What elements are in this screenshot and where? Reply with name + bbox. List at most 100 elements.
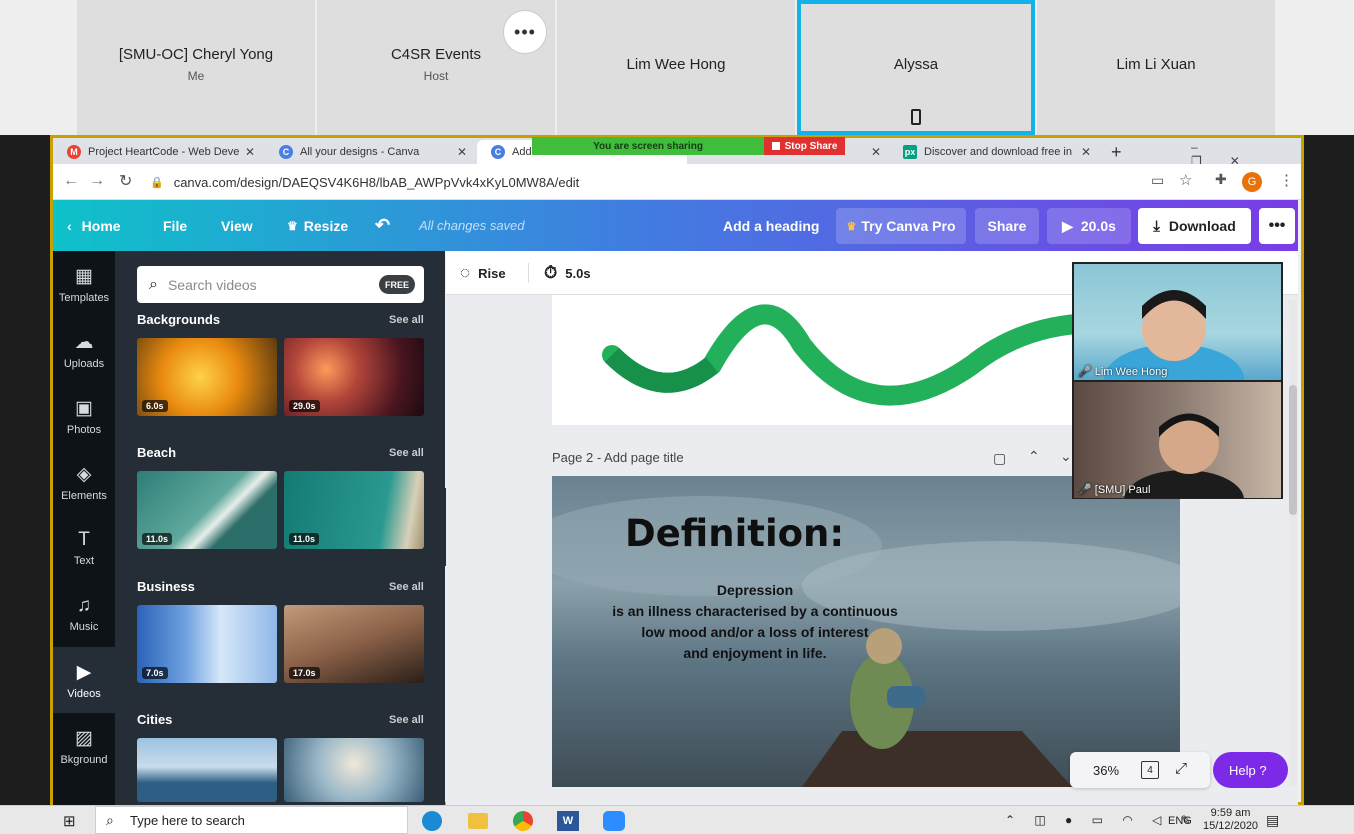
file-menu[interactable]: File bbox=[163, 200, 187, 251]
clipboard-icon[interactable]: ▭ bbox=[1151, 172, 1164, 189]
sidebar-item-photos[interactable]: ▣ Photos bbox=[53, 383, 115, 449]
vertical-scrollbar[interactable] bbox=[1289, 300, 1297, 785]
slide-body-line[interactable]: Depression bbox=[560, 582, 950, 598]
chrome-icon[interactable] bbox=[513, 811, 533, 831]
search-icon: ⌕ bbox=[106, 811, 114, 828]
screen-sharing-banner[interactable]: You are screen sharing bbox=[532, 137, 764, 155]
participant-role: Host bbox=[423, 69, 449, 83]
animation-button[interactable]: ◌ Rise bbox=[460, 251, 506, 295]
timing-button[interactable]: ⏱ 5.0s bbox=[544, 251, 591, 295]
new-tab-button[interactable]: + bbox=[1105, 140, 1135, 164]
animation-label: Rise bbox=[478, 265, 506, 281]
slide-heading[interactable]: Definition: bbox=[625, 512, 844, 555]
sidebar-item-music[interactable]: ♫ Music bbox=[53, 581, 115, 647]
participant-name: Lim Wee Hong bbox=[626, 56, 726, 73]
chevron-down-icon[interactable]: ⌄ bbox=[1060, 448, 1072, 465]
word-icon[interactable]: W bbox=[557, 811, 579, 831]
slide-body-line[interactable]: and enjoyment in life. bbox=[560, 645, 950, 661]
page-count-button[interactable]: 4 bbox=[1141, 761, 1159, 779]
sidebar-item-uploads[interactable]: ☁ Uploads bbox=[53, 317, 115, 383]
url-field[interactable]: 🔒 canva.com/design/DAEQSV4K6H8/lbAB_AWPp… bbox=[150, 170, 1050, 194]
video-thumbnail[interactable] bbox=[137, 738, 277, 802]
video-thumbnail[interactable]: 11.0s bbox=[284, 471, 424, 549]
menu-icon[interactable]: ⋮ bbox=[1279, 171, 1294, 189]
back-icon[interactable]: ← bbox=[63, 172, 79, 190]
sidebar-item-background[interactable]: ▨ Bkground bbox=[53, 713, 115, 779]
duration-badge: 11.0s bbox=[142, 533, 173, 545]
video-name-label: 🎤 [SMU] Paul bbox=[1078, 483, 1150, 496]
resize-button[interactable]: ♛ Resize bbox=[287, 200, 348, 251]
view-menu[interactable]: View bbox=[221, 200, 253, 251]
edge-icon[interactable] bbox=[422, 811, 442, 831]
star-icon[interactable]: ☆ bbox=[1179, 171, 1192, 189]
design-title[interactable]: Add a heading bbox=[723, 200, 819, 251]
slide-body-line[interactable]: is an illness characterised by a continu… bbox=[560, 603, 950, 619]
more-options-button[interactable]: ••• bbox=[503, 10, 547, 54]
home-button[interactable]: ‹ Home bbox=[67, 200, 121, 251]
clock-time: 9:59 am bbox=[1210, 807, 1251, 819]
forward-icon[interactable]: → bbox=[89, 172, 105, 190]
music-icon: ♫ bbox=[76, 595, 92, 616]
see-all-link[interactable]: See all bbox=[389, 714, 424, 726]
try-canva-pro-button[interactable]: ♛ Try Canva Pro bbox=[836, 208, 966, 244]
tab-title: All your designs - Canva bbox=[300, 146, 420, 158]
participant-video bbox=[1124, 413, 1244, 498]
zoom-app-icon[interactable] bbox=[603, 811, 625, 831]
sidebar-item-videos[interactable]: ▶ Videos bbox=[53, 647, 115, 713]
browser-tab[interactable]: C All your designs - Canva ✕ bbox=[265, 140, 475, 164]
free-badge[interactable]: FREE bbox=[379, 275, 415, 294]
help-button[interactable]: Help ? bbox=[1213, 752, 1288, 788]
share-button[interactable]: Share bbox=[975, 208, 1039, 244]
video-thumbnail[interactable]: 29.0s bbox=[284, 338, 424, 416]
extensions-icon[interactable]: ✚ bbox=[1215, 171, 1227, 188]
undo-icon[interactable]: ↶ bbox=[375, 200, 390, 251]
participant-tile[interactable]: Lim Wee Hong bbox=[557, 0, 795, 135]
sidebar-item-label: Text bbox=[73, 555, 95, 567]
slide-body-line[interactable]: low mood and/or a loss of interest bbox=[560, 624, 950, 640]
participant-tile[interactable]: [SMU-OC] Cheryl Yong Me bbox=[77, 0, 315, 135]
present-button[interactable]: ▶ 20.0s bbox=[1047, 208, 1131, 244]
close-icon[interactable]: ✕ bbox=[457, 145, 467, 159]
browser-tab[interactable]: M Project HeartCode - Web Deve ✕ bbox=[53, 140, 263, 164]
language-indicator[interactable]: ENG bbox=[1168, 815, 1192, 827]
stop-share-button[interactable]: Stop Share bbox=[764, 137, 845, 155]
windows-start-icon[interactable]: ⊞ bbox=[63, 812, 76, 830]
chevron-up-icon[interactable]: ⌃ bbox=[1028, 448, 1040, 465]
video-thumbnail[interactable] bbox=[284, 738, 424, 802]
profile-avatar[interactable]: G bbox=[1242, 172, 1262, 192]
clock[interactable]: 9:59 am 15/12/2020 bbox=[1203, 807, 1258, 833]
zoom-level[interactable]: 36% bbox=[1093, 763, 1119, 778]
video-thumbnail[interactable]: 6.0s bbox=[137, 338, 277, 416]
download-button[interactable]: ⤓ Download bbox=[1138, 208, 1251, 244]
reload-icon[interactable]: ↻ bbox=[119, 171, 132, 191]
participant-tile[interactable]: Lim Li Xuan bbox=[1037, 0, 1275, 135]
video-thumbnail[interactable]: 17.0s bbox=[284, 605, 424, 683]
zoom-floating-video[interactable]: 🎤 Lim Wee Hong 🎤 [SMU] Paul bbox=[1072, 262, 1283, 499]
participant-name: Lim Li Xuan bbox=[1116, 56, 1196, 73]
fullscreen-icon[interactable]: ⤢ bbox=[1175, 760, 1187, 777]
scrollbar-thumb[interactable] bbox=[1289, 385, 1297, 515]
note-icon[interactable]: ▢ bbox=[993, 450, 1006, 467]
video-feed[interactable]: 🎤 [SMU] Paul bbox=[1074, 382, 1281, 498]
gmail-icon: M bbox=[67, 145, 81, 159]
sidebar-item-elements[interactable]: ◈ Elements bbox=[53, 449, 115, 515]
notification-icon[interactable]: ▤ bbox=[1266, 812, 1279, 829]
sidebar-item-text[interactable]: T Text bbox=[53, 515, 115, 581]
participant-tile-active-speaker[interactable]: Alyssa bbox=[797, 0, 1035, 135]
file-explorer-icon[interactable] bbox=[468, 813, 488, 829]
taskbar-search-input[interactable]: ⌕ Type here to search bbox=[95, 806, 408, 834]
video-feed[interactable]: 🎤 Lim Wee Hong bbox=[1074, 264, 1281, 380]
see-all-link[interactable]: See all bbox=[389, 314, 424, 326]
see-all-link[interactable]: See all bbox=[389, 581, 424, 593]
sidebar-item-templates[interactable]: ▦ Templates bbox=[53, 251, 115, 317]
search-placeholder: Search videos bbox=[167, 276, 257, 293]
close-icon[interactable]: ✕ bbox=[871, 145, 881, 159]
close-icon[interactable]: ✕ bbox=[245, 145, 255, 159]
more-icon[interactable]: ••• bbox=[1259, 208, 1295, 244]
video-thumbnail[interactable]: 11.0s bbox=[137, 471, 277, 549]
see-all-link[interactable]: See all bbox=[389, 447, 424, 459]
browser-tab[interactable]: px Discover and download free in ✕ bbox=[889, 140, 1099, 164]
close-icon[interactable]: ✕ bbox=[1081, 145, 1091, 159]
page-title-label[interactable]: Page 2 - Add page title bbox=[552, 450, 684, 465]
video-thumbnail[interactable]: 7.0s bbox=[137, 605, 277, 683]
